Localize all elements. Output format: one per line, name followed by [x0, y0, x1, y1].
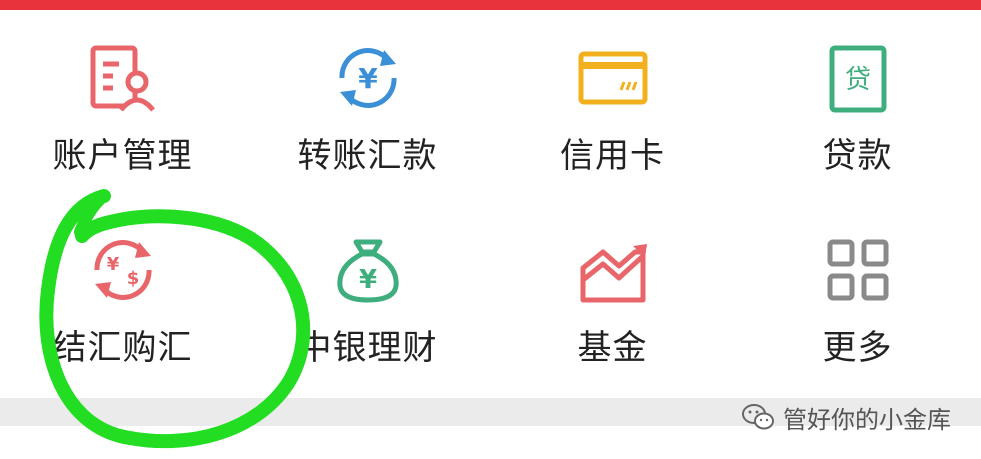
menu-item-currency-exchange[interactable]: ¥ $ 结汇购汇	[0, 202, 245, 392]
wechat-icon	[742, 404, 774, 430]
account-management-icon	[83, 38, 163, 118]
menu-item-label: 基金	[577, 328, 648, 368]
menu-item-more[interactable]: 更多	[735, 202, 980, 392]
loan-icon: 贷	[818, 38, 898, 118]
watermark-text: 管好你的小金库	[783, 405, 951, 434]
credit-card-icon	[573, 38, 653, 118]
menu-item-label: 中银理财	[297, 328, 438, 368]
svg-text:¥: ¥	[106, 254, 119, 275]
more-grid-icon	[818, 230, 898, 310]
svg-text:$: $	[126, 268, 139, 289]
service-menu-grid: 账户管理 ¥ 转账汇款 信用卡 贷 贷款 ¥ $ 结汇购汇 ¥ 中银理财 基金 …	[0, 10, 981, 398]
menu-item-label: 转账汇款	[297, 136, 438, 176]
bank-app-menu-screen: 账户管理 ¥ 转账汇款 信用卡 贷 贷款 ¥ $ 结汇购汇 ¥ 中银理财 基金 …	[0, 0, 981, 459]
svg-text:¥: ¥	[358, 265, 376, 295]
menu-item-loan[interactable]: 贷 贷款	[735, 10, 980, 200]
menu-item-label: 贷款	[822, 136, 893, 176]
menu-item-fund[interactable]: 基金	[490, 202, 735, 392]
watermark: 管好你的小金库	[741, 397, 951, 437]
svg-text:贷: 贷	[844, 65, 870, 95]
header-accent-bar	[0, 0, 981, 10]
currency-exchange-icon: ¥ $	[83, 230, 163, 310]
transfer-remittance-icon: ¥	[328, 38, 408, 118]
money-bag-icon: ¥	[328, 230, 408, 310]
menu-item-account-management[interactable]: 账户管理	[0, 10, 245, 200]
menu-item-label: 信用卡	[560, 136, 665, 176]
menu-item-wealth-management[interactable]: ¥ 中银理财	[245, 202, 490, 392]
menu-item-label: 账户管理	[52, 136, 193, 176]
menu-item-credit-card[interactable]: 信用卡	[490, 10, 735, 200]
svg-text:¥: ¥	[358, 62, 378, 95]
menu-item-transfer-remittance[interactable]: ¥ 转账汇款	[245, 10, 490, 200]
menu-item-label: 结汇购汇	[52, 328, 193, 368]
menu-item-label: 更多	[822, 328, 893, 368]
fund-chart-icon	[573, 230, 653, 310]
